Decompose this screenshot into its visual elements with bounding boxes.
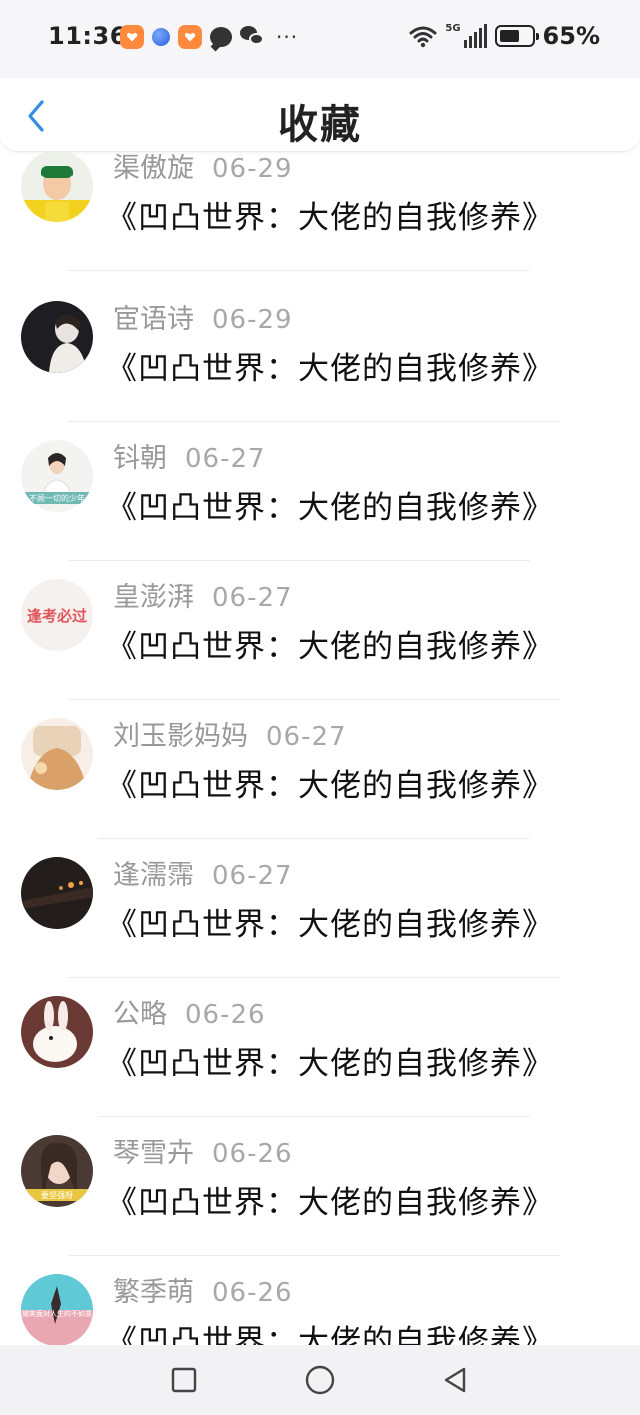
wifi-icon xyxy=(409,24,437,48)
status-time: 11:36 xyxy=(48,22,127,50)
item-meta: 琴雪卉 06-26 xyxy=(113,1131,293,1170)
item-date: 06-26 xyxy=(212,1278,293,1308)
item-date: 06-27 xyxy=(185,444,266,474)
user-name: 逢濡霈 xyxy=(113,860,194,891)
item-title: 《凹凸世界：大佬的自我修养》 xyxy=(106,629,554,665)
list-item[interactable]: 渠傲旋 06-29 《凹凸世界：大佬的自我修养》 xyxy=(0,152,640,279)
item-meta: 皇澎湃 06-27 xyxy=(113,575,293,614)
item-date: 06-29 xyxy=(212,154,293,184)
avatar xyxy=(21,718,93,790)
wechat-icon xyxy=(240,26,266,48)
app-notification-icon xyxy=(178,25,202,49)
svg-text:逢考必过: 逢考必过 xyxy=(27,607,87,625)
item-meta: 宦语诗 06-29 xyxy=(113,297,293,336)
battery-percent: 65% xyxy=(542,22,600,50)
user-name: 公略 xyxy=(113,999,167,1030)
item-title: 《凹凸世界：大佬的自我修养》 xyxy=(106,490,554,526)
list-item[interactable]: 公略 06-26 《凹凸世界：大佬的自我修养》 xyxy=(0,974,640,1117)
user-name: 渠傲旋 xyxy=(113,153,194,184)
item-date: 06-27 xyxy=(212,583,293,613)
user-name: 琴雪卉 xyxy=(113,1138,194,1169)
message-icon xyxy=(210,27,232,47)
item-meta: 渠傲旋 06-29 xyxy=(113,152,293,185)
divider xyxy=(68,270,530,271)
user-name: 刘玉影妈妈 xyxy=(113,721,248,752)
page-title: 收藏 xyxy=(278,102,362,148)
svg-text:要坚强呀: 要坚强呀 xyxy=(41,1191,73,1200)
item-meta: 逢濡霈 06-27 xyxy=(113,853,293,892)
page-header: 收藏 xyxy=(0,78,640,152)
network-type: 5G xyxy=(445,23,461,34)
item-meta: 繁季萌 06-26 xyxy=(113,1270,293,1309)
circle-icon xyxy=(305,1365,335,1395)
notification-icons: ··· xyxy=(120,25,298,49)
avatar xyxy=(21,152,93,222)
item-title: 《凹凸世界：大佬的自我修养》 xyxy=(106,1185,554,1221)
back-nav-button[interactable] xyxy=(440,1365,470,1395)
square-icon xyxy=(171,1367,197,1393)
favorites-list: 渠傲旋 06-29 《凹凸世界：大佬的自我修养》 宦语诗 06-29 《凹凸世界… xyxy=(0,152,640,1345)
avatar xyxy=(21,996,93,1068)
list-item[interactable]: 刘玉影妈妈 06-27 《凹凸世界：大佬的自我修养》 xyxy=(0,696,640,839)
home-button[interactable] xyxy=(303,1363,337,1397)
item-date: 06-27 xyxy=(266,722,347,752)
item-date: 06-29 xyxy=(212,305,293,335)
battery-icon xyxy=(494,25,539,47)
list-item[interactable]: 不顾一切的少年 钭朝 06-27 《凹凸世界：大佬的自我修养》 xyxy=(0,418,640,561)
svg-text:微笑面对人生的不如意: 微笑面对人生的不如意 xyxy=(22,1309,92,1318)
item-title: 《凹凸世界：大佬的自我修养》 xyxy=(106,351,554,387)
app-notification-icon xyxy=(152,28,170,46)
avatar: 逢考必过 xyxy=(21,579,93,651)
more-notifications-icon: ··· xyxy=(276,25,299,49)
list-item[interactable]: 逢濡霈 06-27 《凹凸世界：大佬的自我修养》 xyxy=(0,835,640,978)
svg-text:不顾一切的少年: 不顾一切的少年 xyxy=(29,493,85,503)
item-meta: 刘玉影妈妈 06-27 xyxy=(113,714,347,753)
list-item[interactable]: 逢考必过 皇澎湃 06-27 《凹凸世界：大佬的自我修养》 xyxy=(0,557,640,700)
avatar: 要坚强呀 xyxy=(21,1135,93,1207)
triangle-back-icon xyxy=(444,1367,466,1393)
list-item[interactable]: 要坚强呀 琴雪卉 06-26 《凹凸世界：大佬的自我修养》 xyxy=(0,1113,640,1256)
item-title: 《凹凸世界：大佬的自我修养》 xyxy=(106,768,554,804)
item-meta: 钭朝 06-27 xyxy=(113,436,266,475)
avatar xyxy=(21,301,93,373)
recent-apps-button[interactable] xyxy=(169,1365,199,1395)
item-date: 06-27 xyxy=(212,861,293,891)
status-bar: 11:36 ··· 5G 65% xyxy=(0,0,640,78)
user-name: 钭朝 xyxy=(113,443,167,474)
item-date: 06-26 xyxy=(212,1139,293,1169)
user-name: 宦语诗 xyxy=(113,304,194,335)
avatar: 微笑面对人生的不如意 xyxy=(21,1274,93,1345)
item-title: 《凹凸世界：大佬的自我修养》 xyxy=(106,1046,554,1082)
user-name: 皇澎湃 xyxy=(113,582,194,613)
avatar xyxy=(21,857,93,929)
avatar: 不顾一切的少年 xyxy=(21,440,93,512)
system-navigation-bar xyxy=(0,1345,640,1415)
list-item[interactable]: 宦语诗 06-29 《凹凸世界：大佬的自我修养》 xyxy=(0,279,640,422)
cellular-signal-icon: 5G xyxy=(445,23,487,48)
item-title: 《凹凸世界：大佬的自我修养》 xyxy=(106,1324,554,1345)
item-title: 《凹凸世界：大佬的自我修养》 xyxy=(106,907,554,943)
item-meta: 公略 06-26 xyxy=(113,992,266,1031)
list-item[interactable]: 微笑面对人生的不如意 繁季萌 06-26 《凹凸世界：大佬的自我修养》 xyxy=(0,1252,640,1345)
app-notification-icon xyxy=(120,25,144,49)
user-name: 繁季萌 xyxy=(113,1277,194,1308)
item-title: 《凹凸世界：大佬的自我修养》 xyxy=(106,200,554,236)
system-status-icons: 5G 65% xyxy=(409,22,600,50)
item-date: 06-26 xyxy=(185,1000,266,1030)
